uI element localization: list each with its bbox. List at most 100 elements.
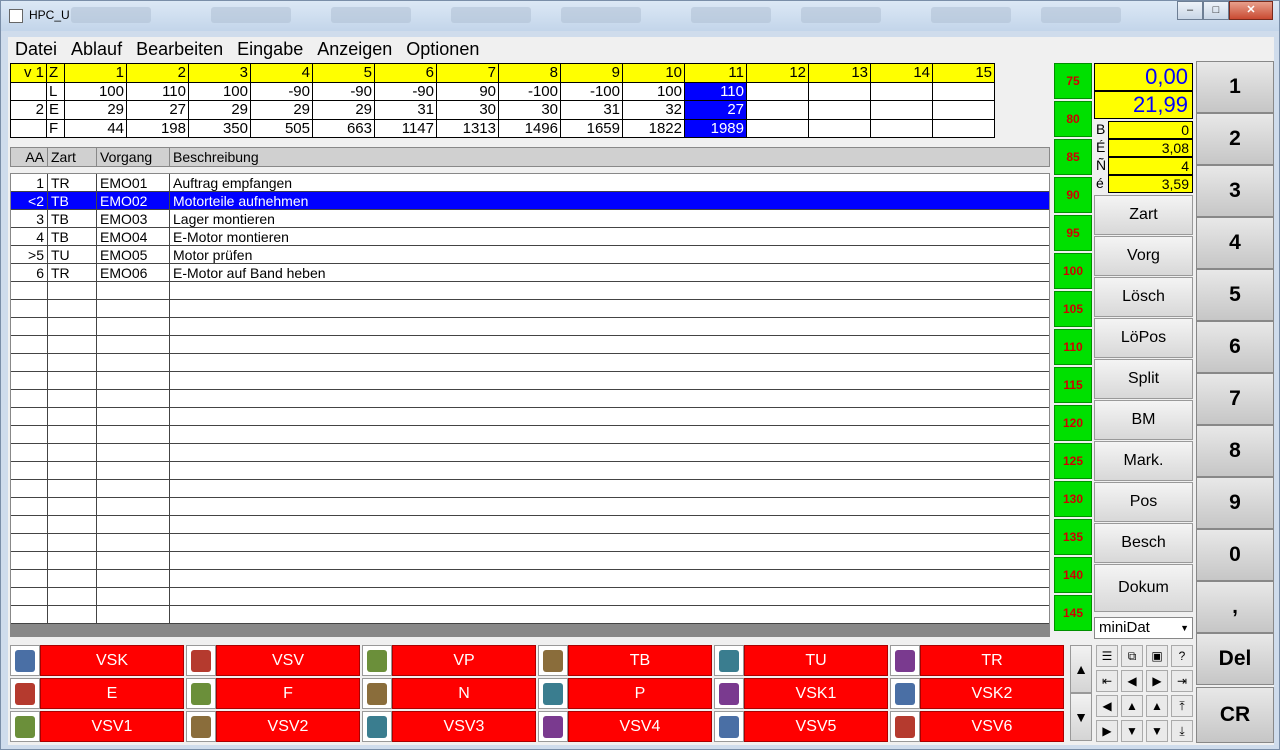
grid-cell[interactable]: 198	[126, 118, 189, 138]
grid-header-cell[interactable]: 5	[312, 63, 375, 83]
empty-row[interactable]	[11, 354, 1049, 372]
first-icon[interactable]: ⇤	[1096, 670, 1118, 692]
action-button-vsv6[interactable]: VSV6	[890, 711, 1064, 742]
empty-row[interactable]	[11, 570, 1049, 588]
grid-header-cell[interactable]: 4	[250, 63, 313, 83]
list-item[interactable]: 6 TR EMO06 E-Motor auf Band heben	[11, 264, 1049, 282]
menu-bearbeiten[interactable]: Bearbeiten	[129, 39, 230, 60]
grid-cell[interactable]: F	[46, 118, 65, 138]
func-button-zart[interactable]: Zart	[1094, 195, 1193, 235]
grid-header-cell[interactable]: 11	[684, 63, 747, 83]
grid-header-cell[interactable]: 2	[126, 63, 189, 83]
grid-header-cell[interactable]: 6	[374, 63, 437, 83]
grid-cell[interactable]: -100	[498, 81, 561, 101]
grid-cell[interactable]: 44	[64, 118, 127, 138]
grid-header-cell[interactable]: 13	[808, 63, 871, 83]
list-item[interactable]: 1 TR EMO01 Auftrag empfangen	[11, 174, 1049, 192]
func-button-dokum[interactable]: Dokum	[1094, 564, 1193, 612]
grid-header-cell[interactable]: 7	[436, 63, 499, 83]
grid-header-cell[interactable]: 8	[498, 63, 561, 83]
grid-cell[interactable]: 31	[560, 100, 623, 120]
action-button-vsv4[interactable]: VSV4	[538, 711, 712, 742]
empty-row[interactable]	[11, 480, 1049, 498]
empty-row[interactable]	[11, 336, 1049, 354]
grid-cell[interactable]	[808, 100, 871, 120]
up-fast-icon[interactable]: ▲	[1146, 695, 1168, 717]
list-item[interactable]: <2 TB EMO02 Motorteile aufnehmen	[11, 192, 1049, 210]
func-button-besch[interactable]: Besch	[1094, 523, 1193, 563]
header-beschreibung[interactable]: Beschreibung	[170, 148, 1049, 166]
grid-cell[interactable]: 29	[312, 100, 375, 120]
maximize-icon[interactable]: □	[1203, 1, 1229, 20]
action-button-vsv[interactable]: VSV	[186, 645, 360, 676]
action-button-tr[interactable]: TR	[890, 645, 1064, 676]
action-button-vp[interactable]: VP	[362, 645, 536, 676]
func-button-löpos[interactable]: LöPos	[1094, 318, 1193, 358]
grid-header-cell[interactable]: 3	[188, 63, 251, 83]
menu-eingabe[interactable]: Eingabe	[230, 39, 310, 60]
empty-row[interactable]	[11, 426, 1049, 444]
scale-cell[interactable]: 140	[1054, 557, 1092, 593]
scale-cell[interactable]: 135	[1054, 519, 1092, 555]
numpad-key[interactable]: 8	[1196, 425, 1274, 477]
action-button-vsk2[interactable]: VSK2	[890, 678, 1064, 709]
action-button-vsv5[interactable]: VSV5	[714, 711, 888, 742]
grid-cell[interactable]: 100	[188, 81, 251, 101]
next-icon[interactable]: ▶	[1146, 670, 1168, 692]
values-grid[interactable]: v 1 Z 1 2 3 4 5 6 7 8 9 10 11 12 13 14 15 L 100 110 100 -90 -9…	[10, 63, 995, 138]
grid-header-cell[interactable]: 10	[622, 63, 685, 83]
grid-cell[interactable]: 505	[250, 118, 313, 138]
scale-cell[interactable]: 90	[1054, 177, 1092, 213]
action-button-p[interactable]: P	[538, 678, 712, 709]
minimize-icon[interactable]: –	[1177, 1, 1203, 20]
scale-cell[interactable]: 105	[1054, 291, 1092, 327]
process-list[interactable]: 1 TR EMO01 Auftrag empfangen <2 TB EMO02 Motort…	[10, 173, 1050, 625]
horizontal-scrollbar[interactable]	[10, 625, 1050, 637]
empty-row[interactable]	[11, 534, 1049, 552]
grid-cell[interactable]: 100	[64, 81, 127, 101]
func-button-split[interactable]: Split	[1094, 359, 1193, 399]
grid-cell[interactable]	[870, 118, 933, 138]
menu-optionen[interactable]: Optionen	[399, 39, 486, 60]
grid-header-cell[interactable]: 1	[64, 63, 127, 83]
scale-cell[interactable]: 145	[1054, 595, 1092, 631]
grid-cell[interactable]: 30	[498, 100, 561, 120]
minidat-combo[interactable]: miniDat ▼	[1094, 617, 1193, 639]
scale-cell[interactable]: 75	[1054, 63, 1092, 99]
grid-cell[interactable]: -90	[250, 81, 313, 101]
scale-cell[interactable]: 130	[1054, 481, 1092, 517]
numpad-key[interactable]: 3	[1196, 165, 1274, 217]
menu-anzeigen[interactable]: Anzeigen	[310, 39, 399, 60]
grid-cell[interactable]: 350	[188, 118, 251, 138]
grid-cell[interactable]: 27	[684, 100, 747, 120]
arrow-up-icon[interactable]: ▲	[1070, 645, 1092, 693]
top-icon[interactable]: ⤒	[1171, 695, 1193, 717]
empty-row[interactable]	[11, 516, 1049, 534]
grid-cell[interactable]	[932, 118, 995, 138]
grid-cell[interactable]: 27	[126, 100, 189, 120]
action-button-vsk[interactable]: VSK	[10, 645, 184, 676]
grid-cell[interactable]: 1659	[560, 118, 623, 138]
grid-cell[interactable]: 1989	[684, 118, 747, 138]
empty-row[interactable]	[11, 552, 1049, 570]
scale-cell[interactable]: 80	[1054, 101, 1092, 137]
empty-row[interactable]	[11, 318, 1049, 336]
list-item[interactable]: 4 TB EMO04 E-Motor montieren	[11, 228, 1049, 246]
left-icon[interactable]: ◀	[1096, 695, 1118, 717]
func-button-vorg[interactable]: Vorg	[1094, 236, 1193, 276]
numpad-key[interactable]: 6	[1196, 321, 1274, 373]
prev-icon[interactable]: ◀	[1121, 670, 1143, 692]
grid-cell[interactable]	[808, 81, 871, 101]
numpad-key[interactable]: CR	[1196, 687, 1274, 743]
grid-cell[interactable]	[808, 118, 871, 138]
list-item[interactable]: 3 TB EMO03 Lager montieren	[11, 210, 1049, 228]
scale-cell[interactable]: 100	[1054, 253, 1092, 289]
grid-header-cell[interactable]: 14	[870, 63, 933, 83]
grid-cell[interactable]	[10, 118, 47, 138]
grid-cell[interactable]: 31	[374, 100, 437, 120]
numpad-key[interactable]: 0	[1196, 529, 1274, 581]
grid-cell[interactable]: 1147	[374, 118, 437, 138]
empty-row[interactable]	[11, 588, 1049, 606]
help-icon[interactable]: ?	[1171, 645, 1193, 667]
func-button-pos[interactable]: Pos	[1094, 482, 1193, 522]
